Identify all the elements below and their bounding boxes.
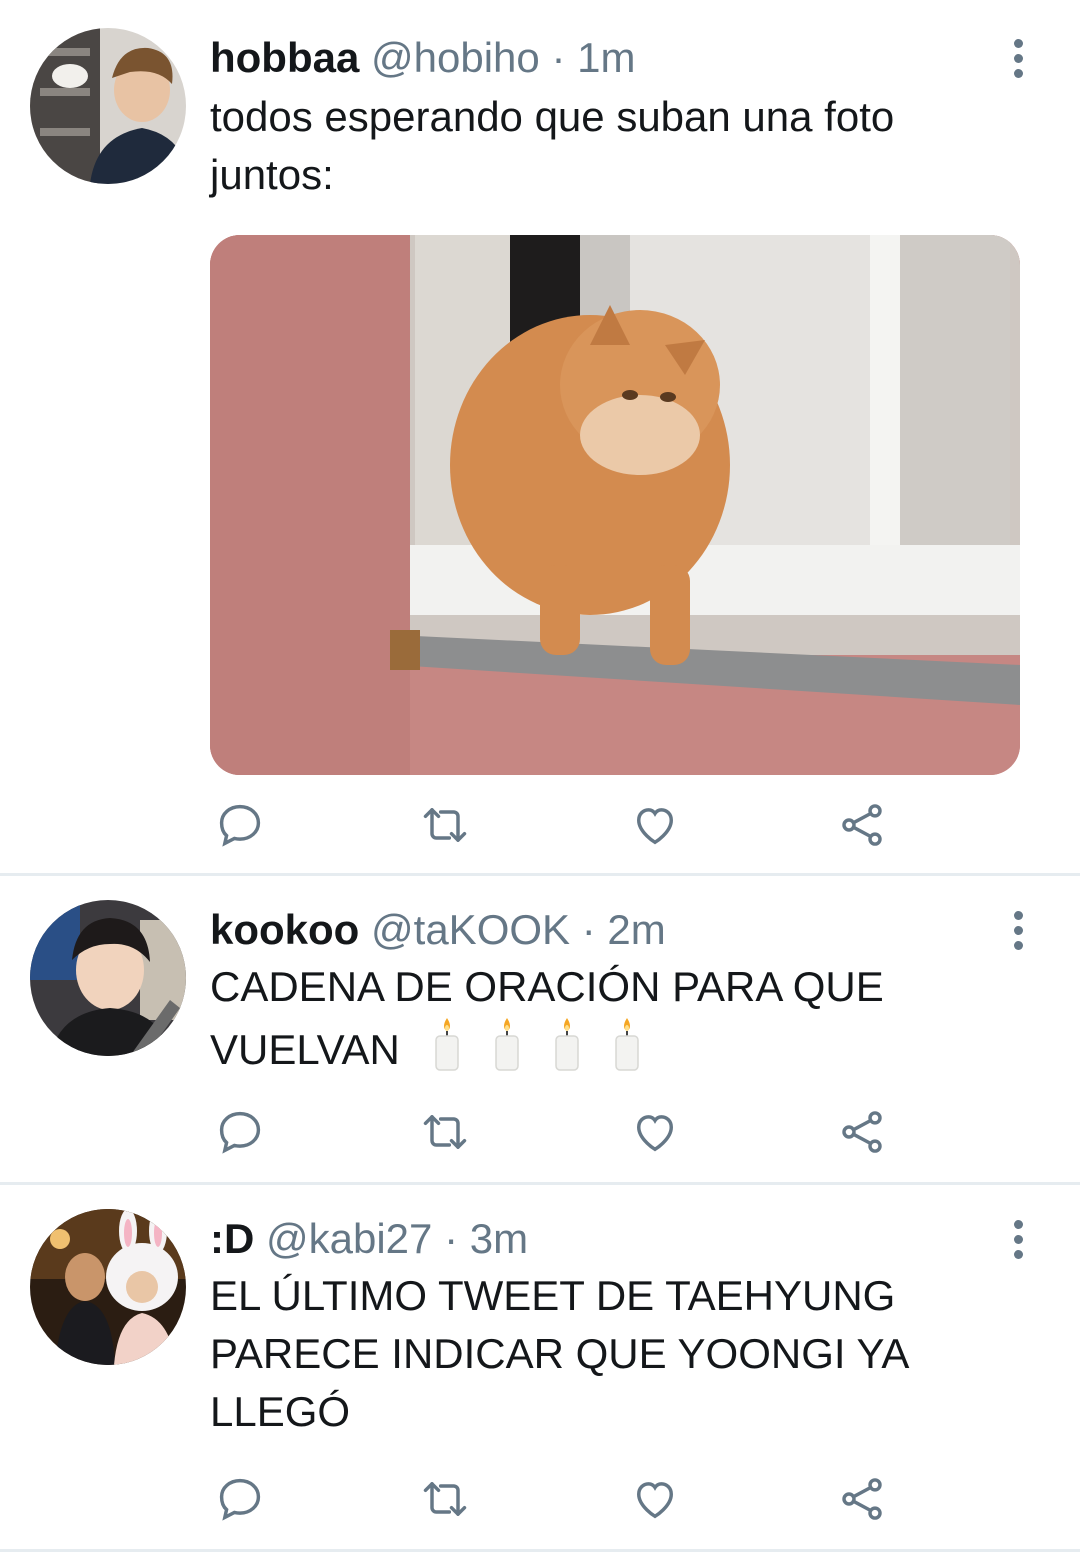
author-handle[interactable]: @kabi27 (266, 1215, 432, 1262)
tweet-text: CADENA DE ORACIÓN PARA QUE VUELVAN (210, 958, 1010, 1079)
share-icon[interactable] (832, 795, 892, 855)
reply-icon[interactable] (210, 1102, 270, 1162)
retweet-icon[interactable] (415, 795, 475, 855)
tweet-text-line-with-candles: VUELVAN (210, 1016, 1010, 1079)
tweet-feed: hobbaa @hobiho · 1m todos esperando que … (0, 0, 1080, 1559)
tweet[interactable]: :D @kabi27 · 3m EL ÚLTIMO TWEET DE TAEHY… (0, 1185, 1080, 1547)
author-handle[interactable]: @taKOOK (371, 906, 570, 953)
timestamp[interactable]: 3m (470, 1215, 528, 1262)
cat-in-window-photo (210, 235, 1020, 775)
candle-icon (434, 1018, 459, 1071)
tweet-text-line: CADENA DE ORACIÓN PARA QUE (210, 963, 884, 1010)
author-handle[interactable]: @hobiho (371, 34, 540, 81)
author-name[interactable]: :D (210, 1215, 254, 1262)
candle-icon (494, 1018, 519, 1071)
tweet-header: :D @kabi27 · 3m (210, 1211, 528, 1267)
tweet-text-line: juntos: (210, 151, 334, 198)
reply-icon[interactable] (210, 795, 270, 855)
tweet-text-line: EL ÚLTIMO TWEET DE TAEHYUNG (210, 1272, 896, 1319)
separator: · (444, 1215, 459, 1262)
share-icon[interactable] (832, 1102, 892, 1162)
separator: · (581, 906, 596, 953)
avatar[interactable] (30, 1209, 186, 1365)
avatar[interactable] (30, 900, 186, 1056)
candle-emoji-group (432, 1016, 642, 1072)
avatar[interactable] (30, 28, 186, 184)
tweet-header: hobbaa @hobiho · 1m (210, 30, 635, 86)
candle-icon (614, 1018, 639, 1071)
tweet-text-line: LLEGÓ (210, 1388, 351, 1435)
tweet-actions (210, 1469, 910, 1529)
like-icon[interactable] (625, 795, 685, 855)
more-options-icon[interactable] (996, 1209, 1040, 1269)
tweet-text-line: VUELVAN (210, 1026, 400, 1073)
timestamp[interactable]: 2m (607, 906, 665, 953)
candle-icon (554, 1018, 579, 1071)
tweet-text: EL ÚLTIMO TWEET DE TAEHYUNG PARECE INDIC… (210, 1267, 1010, 1441)
retweet-icon[interactable] (415, 1102, 475, 1162)
separator: · (551, 34, 566, 81)
tweet-divider (0, 1549, 1080, 1552)
tweet-text: todos esperando que suban una foto junto… (210, 88, 1010, 204)
like-icon[interactable] (625, 1102, 685, 1162)
retweet-icon[interactable] (415, 1469, 475, 1529)
share-icon[interactable] (832, 1469, 892, 1529)
timestamp[interactable]: 1m (577, 34, 635, 81)
tweet-media-image[interactable] (210, 235, 1020, 775)
author-name[interactable]: hobbaa (210, 34, 359, 81)
reply-icon[interactable] (210, 1469, 270, 1529)
like-icon[interactable] (625, 1469, 685, 1529)
author-name[interactable]: kookoo (210, 906, 359, 953)
tweet-header: kookoo @taKOOK · 2m (210, 902, 666, 958)
more-options-icon[interactable] (996, 28, 1040, 88)
tweet-actions (210, 795, 910, 855)
more-options-icon[interactable] (996, 900, 1040, 960)
tweet-text-line: todos esperando que suban una foto (210, 93, 895, 140)
tweet-text-line: PARECE INDICAR QUE YOONGI YA (210, 1330, 910, 1377)
tweet[interactable]: hobbaa @hobiho · 1m todos esperando que … (0, 0, 1080, 872)
tweet-actions (210, 1102, 910, 1162)
tweet[interactable]: kookoo @taKOOK · 2m CADENA DE ORACIÓN PA… (0, 876, 1080, 1182)
